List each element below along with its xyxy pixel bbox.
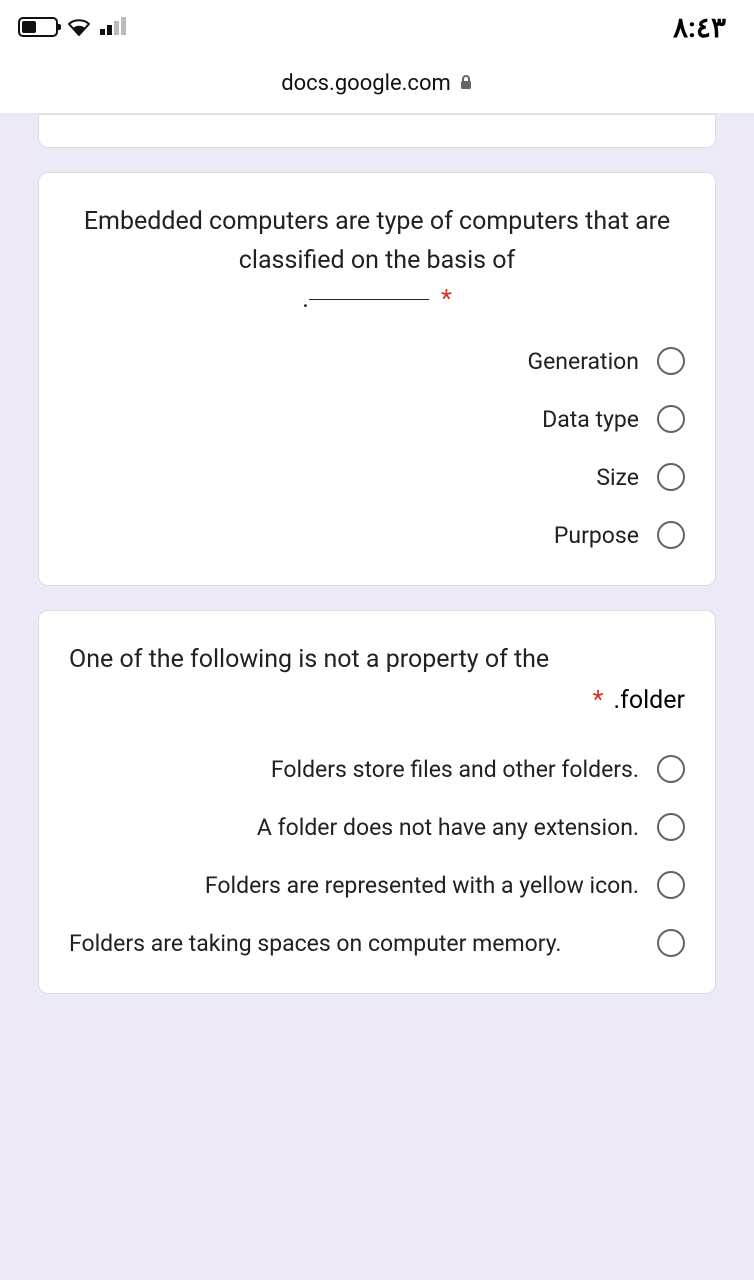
- question-1-text: Embedded computers are type of computers…: [69, 203, 685, 319]
- question-2-options: Folders store files and other folders. A…: [69, 755, 685, 957]
- radio-icon: [657, 521, 685, 549]
- required-asterisk: *: [441, 285, 452, 314]
- signal-icon: [100, 17, 130, 37]
- wifi-icon: [66, 17, 92, 37]
- browser-url-bar[interactable]: docs.google.com: [0, 54, 754, 114]
- radio-icon: [657, 347, 685, 375]
- option-folders-yellow-icon[interactable]: Folders are represented with a yellow ic…: [69, 871, 685, 899]
- option-data-type[interactable]: Data type: [69, 405, 685, 433]
- battery-icon: [18, 17, 58, 37]
- form-content: Embedded computers are type of computers…: [0, 114, 754, 994]
- question-card-1: Embedded computers are type of computers…: [38, 172, 716, 586]
- radio-icon: [657, 813, 685, 841]
- option-folder-no-extension[interactable]: A folder does not have any extension.: [69, 813, 685, 841]
- status-bar: ٨:٤٣: [0, 0, 754, 54]
- url-text: docs.google.com: [281, 71, 451, 96]
- option-folders-store[interactable]: Folders store files and other folders.: [69, 755, 685, 783]
- radio-icon: [657, 929, 685, 957]
- question-card-2: One of the following is not a property o…: [38, 610, 716, 994]
- question-1-options: Generation Data type Size Purpose: [69, 347, 685, 549]
- status-time: ٨:٤٣: [673, 11, 726, 44]
- radio-icon: [657, 755, 685, 783]
- option-folders-memory[interactable]: Folders are taking spaces on computer me…: [69, 929, 685, 957]
- lock-icon: [459, 71, 473, 96]
- question-2-suffix: * .folder: [69, 686, 685, 715]
- option-purpose[interactable]: Purpose: [69, 521, 685, 549]
- radio-icon: [657, 463, 685, 491]
- required-asterisk: *: [593, 686, 604, 715]
- radio-icon: [657, 871, 685, 899]
- radio-icon: [657, 405, 685, 433]
- question-2-text: One of the following is not a property o…: [69, 641, 685, 680]
- previous-card-peek: [38, 114, 716, 148]
- blank-line: [309, 299, 429, 300]
- option-size[interactable]: Size: [69, 463, 685, 491]
- status-left: [18, 17, 130, 37]
- option-generation[interactable]: Generation: [69, 347, 685, 375]
